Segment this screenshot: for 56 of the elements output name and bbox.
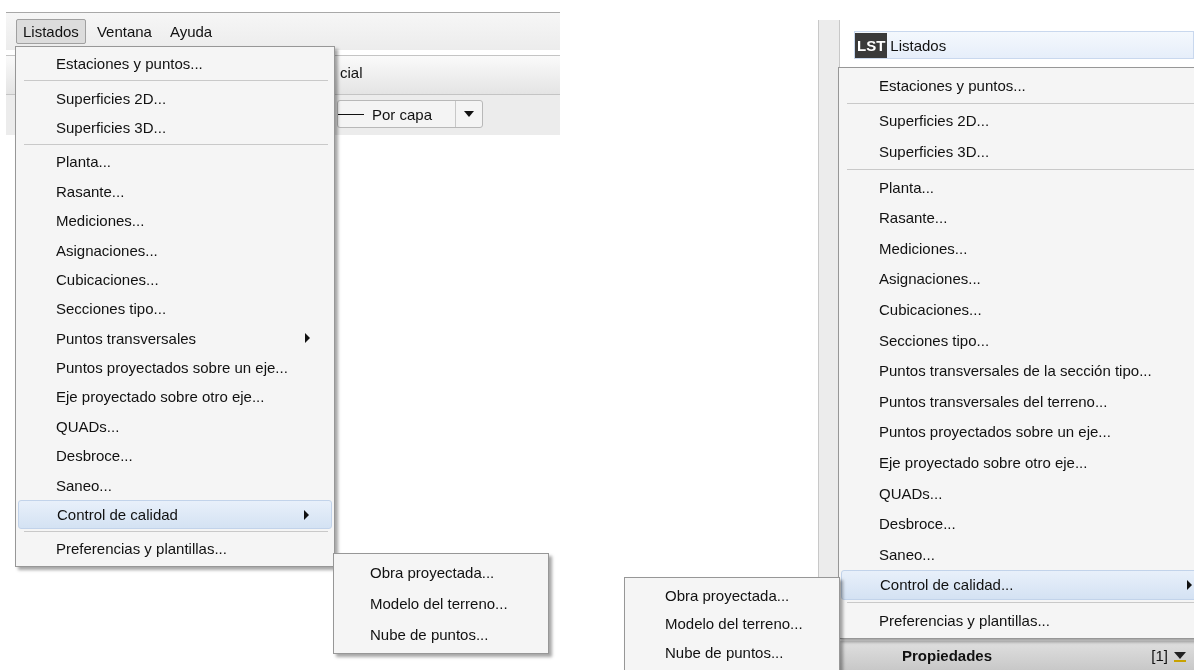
menu-item[interactable]: Obra proyectada...: [627, 581, 837, 610]
submenu-arrow-icon: [305, 333, 310, 344]
menu-item[interactable]: Puntos transversales de la sección tipo...: [841, 355, 1194, 386]
ribbon-tab[interactable]: cial: [340, 64, 363, 81]
menu-item[interactable]: Control de calidad: [18, 499, 332, 530]
menu-item[interactable]: Cubicaciones...: [18, 264, 332, 295]
menu-item[interactable]: Preferencias y plantillas...: [18, 534, 332, 564]
menu-item[interactable]: Planta...: [841, 171, 1194, 203]
menu-bar-item[interactable]: Ayuda: [162, 19, 220, 44]
menu-item[interactable]: Desbroce...: [841, 508, 1194, 539]
menu-item[interactable]: Estaciones y puntos...: [18, 49, 332, 79]
listados-icon: LST: [855, 32, 888, 58]
menu-item[interactable]: QUADs...: [18, 411, 332, 442]
menu-item[interactable]: Eje proyectado sobre otro eje...: [18, 382, 332, 412]
menu-bar-item[interactable]: Listados: [16, 19, 86, 44]
menu-item[interactable]: Modelo del terreno...: [336, 588, 546, 619]
menu-item[interactable]: Puntos transversales: [18, 323, 332, 353]
menu-item[interactable]: QUADs...: [841, 477, 1194, 509]
menu-item[interactable]: Nube de puntos...: [627, 638, 837, 667]
dropdown-arrow-icon[interactable]: [1174, 649, 1186, 662]
menu-item[interactable]: Secciones tipo...: [18, 294, 332, 324]
menu-item[interactable]: Planta...: [18, 147, 332, 177]
menu-item[interactable]: Preferencias y plantillas...: [841, 605, 1194, 636]
menu-item[interactable]: Saneo...: [18, 470, 332, 500]
menu-item[interactable]: Cubicaciones...: [841, 294, 1194, 325]
submenu-arrow-icon: [1187, 579, 1192, 590]
menu-item[interactable]: Estaciones y puntos...: [841, 70, 1194, 101]
menu-item[interactable]: Obra proyectada...: [336, 557, 546, 588]
ribbon-tab[interactable]: LST Listados: [854, 31, 1194, 59]
menu-item[interactable]: Desbroce...: [18, 441, 332, 471]
menu-bar-item[interactable]: Ventana: [89, 19, 159, 44]
menu-item[interactable]: Rasante...: [18, 176, 332, 206]
menu-item[interactable]: Asignaciones...: [841, 263, 1194, 295]
menu-item[interactable]: Superficies 3D...: [841, 136, 1194, 167]
panel-title: Propiedades: [902, 647, 994, 664]
menu-item[interactable]: Nube de puntos...: [336, 619, 546, 650]
menu-item[interactable]: Superficies 3D...: [18, 112, 332, 143]
panel-count: [1]: [1151, 647, 1168, 664]
menu-item[interactable]: Rasante...: [841, 202, 1194, 233]
menu-item[interactable]: Modelo del terreno...: [627, 609, 837, 638]
menu-item[interactable]: Asignaciones...: [18, 235, 332, 265]
menu-item[interactable]: Superficies 2D...: [18, 83, 332, 113]
line-style-dropdown[interactable]: Por capa: [337, 100, 483, 128]
tab-label: Listados: [890, 36, 947, 54]
menu-item[interactable]: Superficies 2D...: [841, 105, 1194, 137]
dropdown-arrow-icon: [464, 111, 474, 117]
menu-item[interactable]: Puntos transversales del terreno...: [841, 385, 1194, 417]
menu-item[interactable]: Mediciones...: [841, 232, 1194, 264]
menu-item[interactable]: Eje proyectado sobre otro eje...: [841, 447, 1194, 478]
submenu-arrow-icon: [304, 509, 309, 520]
menu-item[interactable]: Puntos proyectados sobre un eje...: [18, 352, 332, 383]
menu-item[interactable]: Saneo...: [841, 538, 1194, 570]
menu-item[interactable]: Mediciones...: [18, 205, 332, 236]
menu-item[interactable]: Puntos proyectados sobre un eje...: [841, 416, 1194, 448]
menu-item[interactable]: Secciones tipo...: [841, 324, 1194, 356]
menu-item[interactable]: Control de calidad...: [841, 569, 1194, 601]
